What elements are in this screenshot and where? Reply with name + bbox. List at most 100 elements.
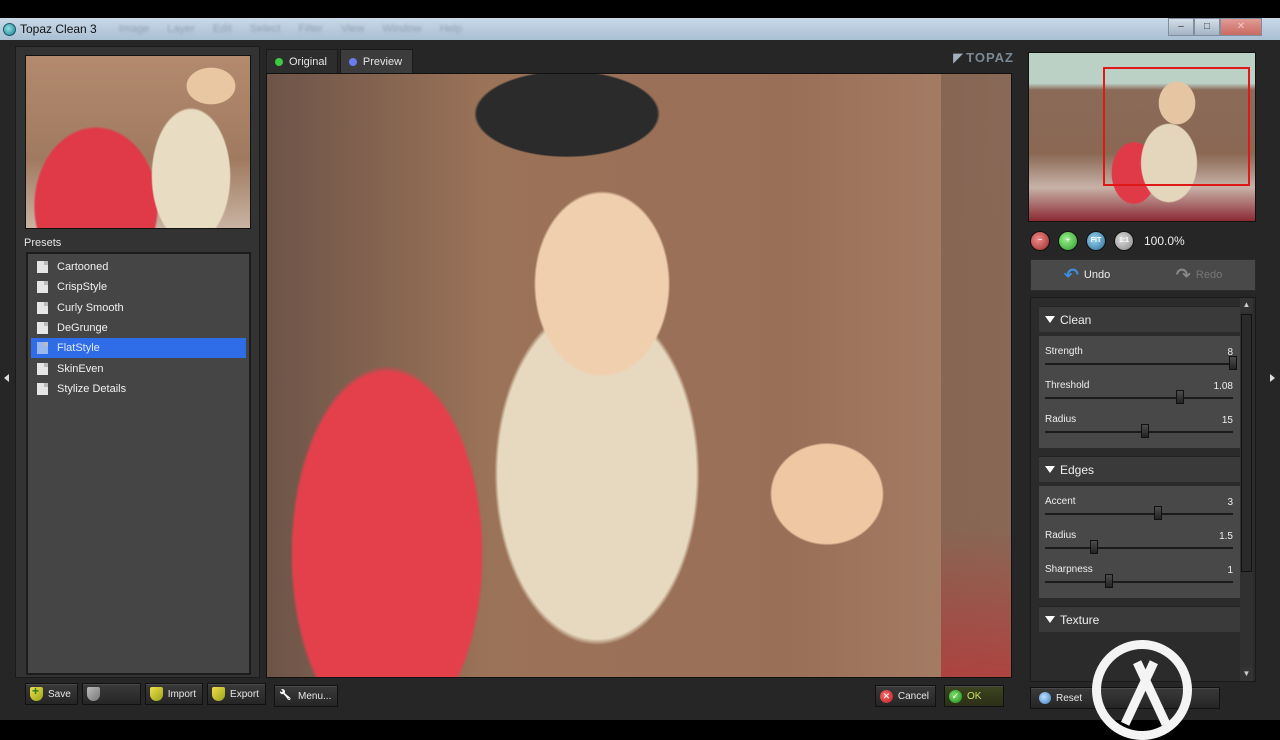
slider-track[interactable] bbox=[1045, 547, 1233, 549]
undo-label: Undo bbox=[1083, 269, 1111, 281]
reset-label: Reset bbox=[1056, 692, 1083, 704]
import-preset-button[interactable]: Import bbox=[144, 683, 204, 705]
maximize-button[interactable]: □ bbox=[1194, 18, 1220, 36]
document-icon bbox=[37, 322, 48, 335]
navigator-viewport-rect[interactable] bbox=[1103, 67, 1250, 186]
presets-toolbar: Save Delete Import Export bbox=[15, 681, 266, 711]
slider-track[interactable] bbox=[1045, 431, 1233, 433]
section-header-edges[interactable]: Edges bbox=[1039, 456, 1241, 482]
preset-item[interactable]: Curly Smooth bbox=[31, 298, 246, 318]
minimize-button[interactable]: – bbox=[1168, 18, 1194, 36]
section-header-clean[interactable]: Clean bbox=[1039, 306, 1241, 332]
document-icon bbox=[37, 382, 48, 395]
slider-thumb[interactable] bbox=[1176, 390, 1185, 404]
menu-item[interactable]: Select bbox=[250, 23, 281, 35]
slider-track[interactable] bbox=[1045, 513, 1233, 515]
slider-thumb[interactable] bbox=[1153, 506, 1162, 520]
zoom-in-icon[interactable]: + bbox=[1058, 231, 1078, 251]
scrollbar-thumb[interactable] bbox=[1241, 314, 1252, 572]
slider-thumb[interactable] bbox=[1229, 356, 1237, 370]
redo-button[interactable]: ↷ Redo bbox=[1143, 265, 1255, 286]
undo-redo-bar: ↶ Undo ↷ Redo bbox=[1030, 259, 1256, 291]
preset-list: Cartooned CrispStyle Curly Smooth DeGrun… bbox=[26, 252, 251, 675]
menu-item[interactable]: Edit bbox=[213, 23, 232, 35]
menu-item[interactable]: Window bbox=[382, 23, 421, 35]
preview-area: Original Preview TOPAZ Menu... ✕ Cancel ✓… bbox=[262, 46, 1022, 711]
tab-original[interactable]: Original bbox=[266, 49, 338, 73]
tab-label: Preview bbox=[362, 55, 403, 68]
watermark-logo bbox=[1092, 640, 1192, 740]
section-title: Clean bbox=[1060, 312, 1092, 327]
zoom-fit-icon[interactable]: FIT bbox=[1086, 231, 1106, 251]
zoom-level: 100.0% bbox=[1144, 234, 1185, 248]
green-dot-icon bbox=[275, 57, 283, 66]
menu-item[interactable]: Help bbox=[440, 23, 463, 35]
slider-value: 15 bbox=[1221, 415, 1233, 426]
undo-button[interactable]: ↶ Undo bbox=[1031, 265, 1143, 286]
preset-item-selected[interactable]: FlatStyle bbox=[31, 338, 246, 359]
slider-label: Threshold bbox=[1045, 380, 1090, 391]
image-preview-canvas[interactable] bbox=[266, 73, 1012, 678]
menu-item[interactable]: Filter bbox=[298, 23, 322, 35]
preset-item[interactable]: Cartooned bbox=[31, 257, 246, 277]
slider-accent: Accent 3 bbox=[1045, 490, 1233, 524]
slider-label: Accent bbox=[1045, 496, 1076, 507]
ok-button[interactable]: ✓ OK bbox=[944, 685, 1004, 707]
menu-button[interactable]: Menu... bbox=[274, 685, 339, 707]
globe-icon bbox=[1039, 692, 1051, 704]
export-label: Export bbox=[230, 688, 259, 700]
collapse-triangle-icon bbox=[1045, 466, 1055, 473]
slider-track[interactable] bbox=[1045, 397, 1233, 399]
preset-label: Cartooned bbox=[57, 261, 109, 274]
document-icon bbox=[37, 362, 48, 375]
slider-thumb[interactable] bbox=[1104, 574, 1113, 588]
preset-item[interactable]: DeGrunge bbox=[31, 318, 246, 338]
preset-item[interactable]: Stylize Details bbox=[31, 379, 246, 399]
presets-label: Presets bbox=[24, 237, 62, 249]
app-title: Topaz Clean 3 bbox=[20, 22, 97, 36]
menu-item[interactable]: View bbox=[341, 23, 365, 35]
document-icon bbox=[37, 342, 48, 355]
settings-scrollbar[interactable]: ▲ ▼ bbox=[1240, 298, 1253, 681]
ok-label: OK bbox=[967, 690, 982, 702]
zoom-controls: − + FIT 1:1 100.0% bbox=[1030, 231, 1185, 251]
slider-value: 1.08 bbox=[1213, 381, 1233, 392]
menu-item[interactable]: Image bbox=[119, 23, 150, 35]
slider-value: 1.5 bbox=[1219, 531, 1233, 542]
export-preset-button[interactable]: Export bbox=[207, 683, 266, 705]
preset-item[interactable]: SkinEven bbox=[31, 358, 246, 378]
shield-delete-icon bbox=[86, 687, 100, 701]
tab-preview[interactable]: Preview bbox=[339, 49, 414, 73]
preset-item[interactable]: CrispStyle bbox=[31, 277, 246, 297]
slider-strength: Strength 8 bbox=[1045, 340, 1237, 374]
topaz-logo: TOPAZ bbox=[953, 50, 1014, 66]
blue-dot-icon bbox=[348, 57, 357, 66]
close-button[interactable]: ✕ bbox=[1220, 18, 1262, 36]
collapse-right-panel-icon[interactable] bbox=[1270, 374, 1275, 382]
scroll-up-icon[interactable]: ▲ bbox=[1240, 298, 1253, 312]
scroll-down-icon[interactable]: ▼ bbox=[1240, 667, 1253, 681]
navigator-thumbnail[interactable] bbox=[1028, 52, 1256, 222]
cancel-button[interactable]: ✕ Cancel bbox=[874, 685, 936, 707]
preset-label: CrispStyle bbox=[57, 281, 108, 294]
delete-preset-button[interactable]: Delete bbox=[81, 683, 141, 705]
slider-track[interactable] bbox=[1045, 581, 1233, 583]
slider-label: Sharpness bbox=[1045, 564, 1093, 575]
slider-thumb[interactable] bbox=[1089, 540, 1098, 554]
section-body-clean: Strength 8 Threshold 1.08 Radius 15 bbox=[1039, 336, 1241, 448]
document-icon bbox=[37, 301, 48, 314]
shield-import-icon bbox=[149, 687, 163, 701]
save-preset-button[interactable]: Save bbox=[25, 683, 78, 705]
collapse-left-panel-icon[interactable] bbox=[4, 374, 9, 382]
app-body: Presets Cartooned CrispStyle Curly Smoot… bbox=[0, 40, 1280, 740]
menu-item[interactable]: Layer bbox=[167, 23, 195, 35]
slider-thumb[interactable] bbox=[1140, 424, 1149, 438]
slider-label: Radius bbox=[1045, 414, 1077, 425]
preset-label: Curly Smooth bbox=[57, 301, 124, 314]
presets-panel: Presets Cartooned CrispStyle Curly Smoot… bbox=[15, 46, 260, 678]
section-header-texture[interactable]: Texture bbox=[1039, 606, 1241, 632]
zoom-actual-size-icon[interactable]: 1:1 bbox=[1114, 231, 1134, 251]
zoom-out-icon[interactable]: − bbox=[1030, 231, 1050, 251]
preset-label: DeGrunge bbox=[57, 322, 108, 335]
slider-track[interactable] bbox=[1045, 363, 1233, 365]
